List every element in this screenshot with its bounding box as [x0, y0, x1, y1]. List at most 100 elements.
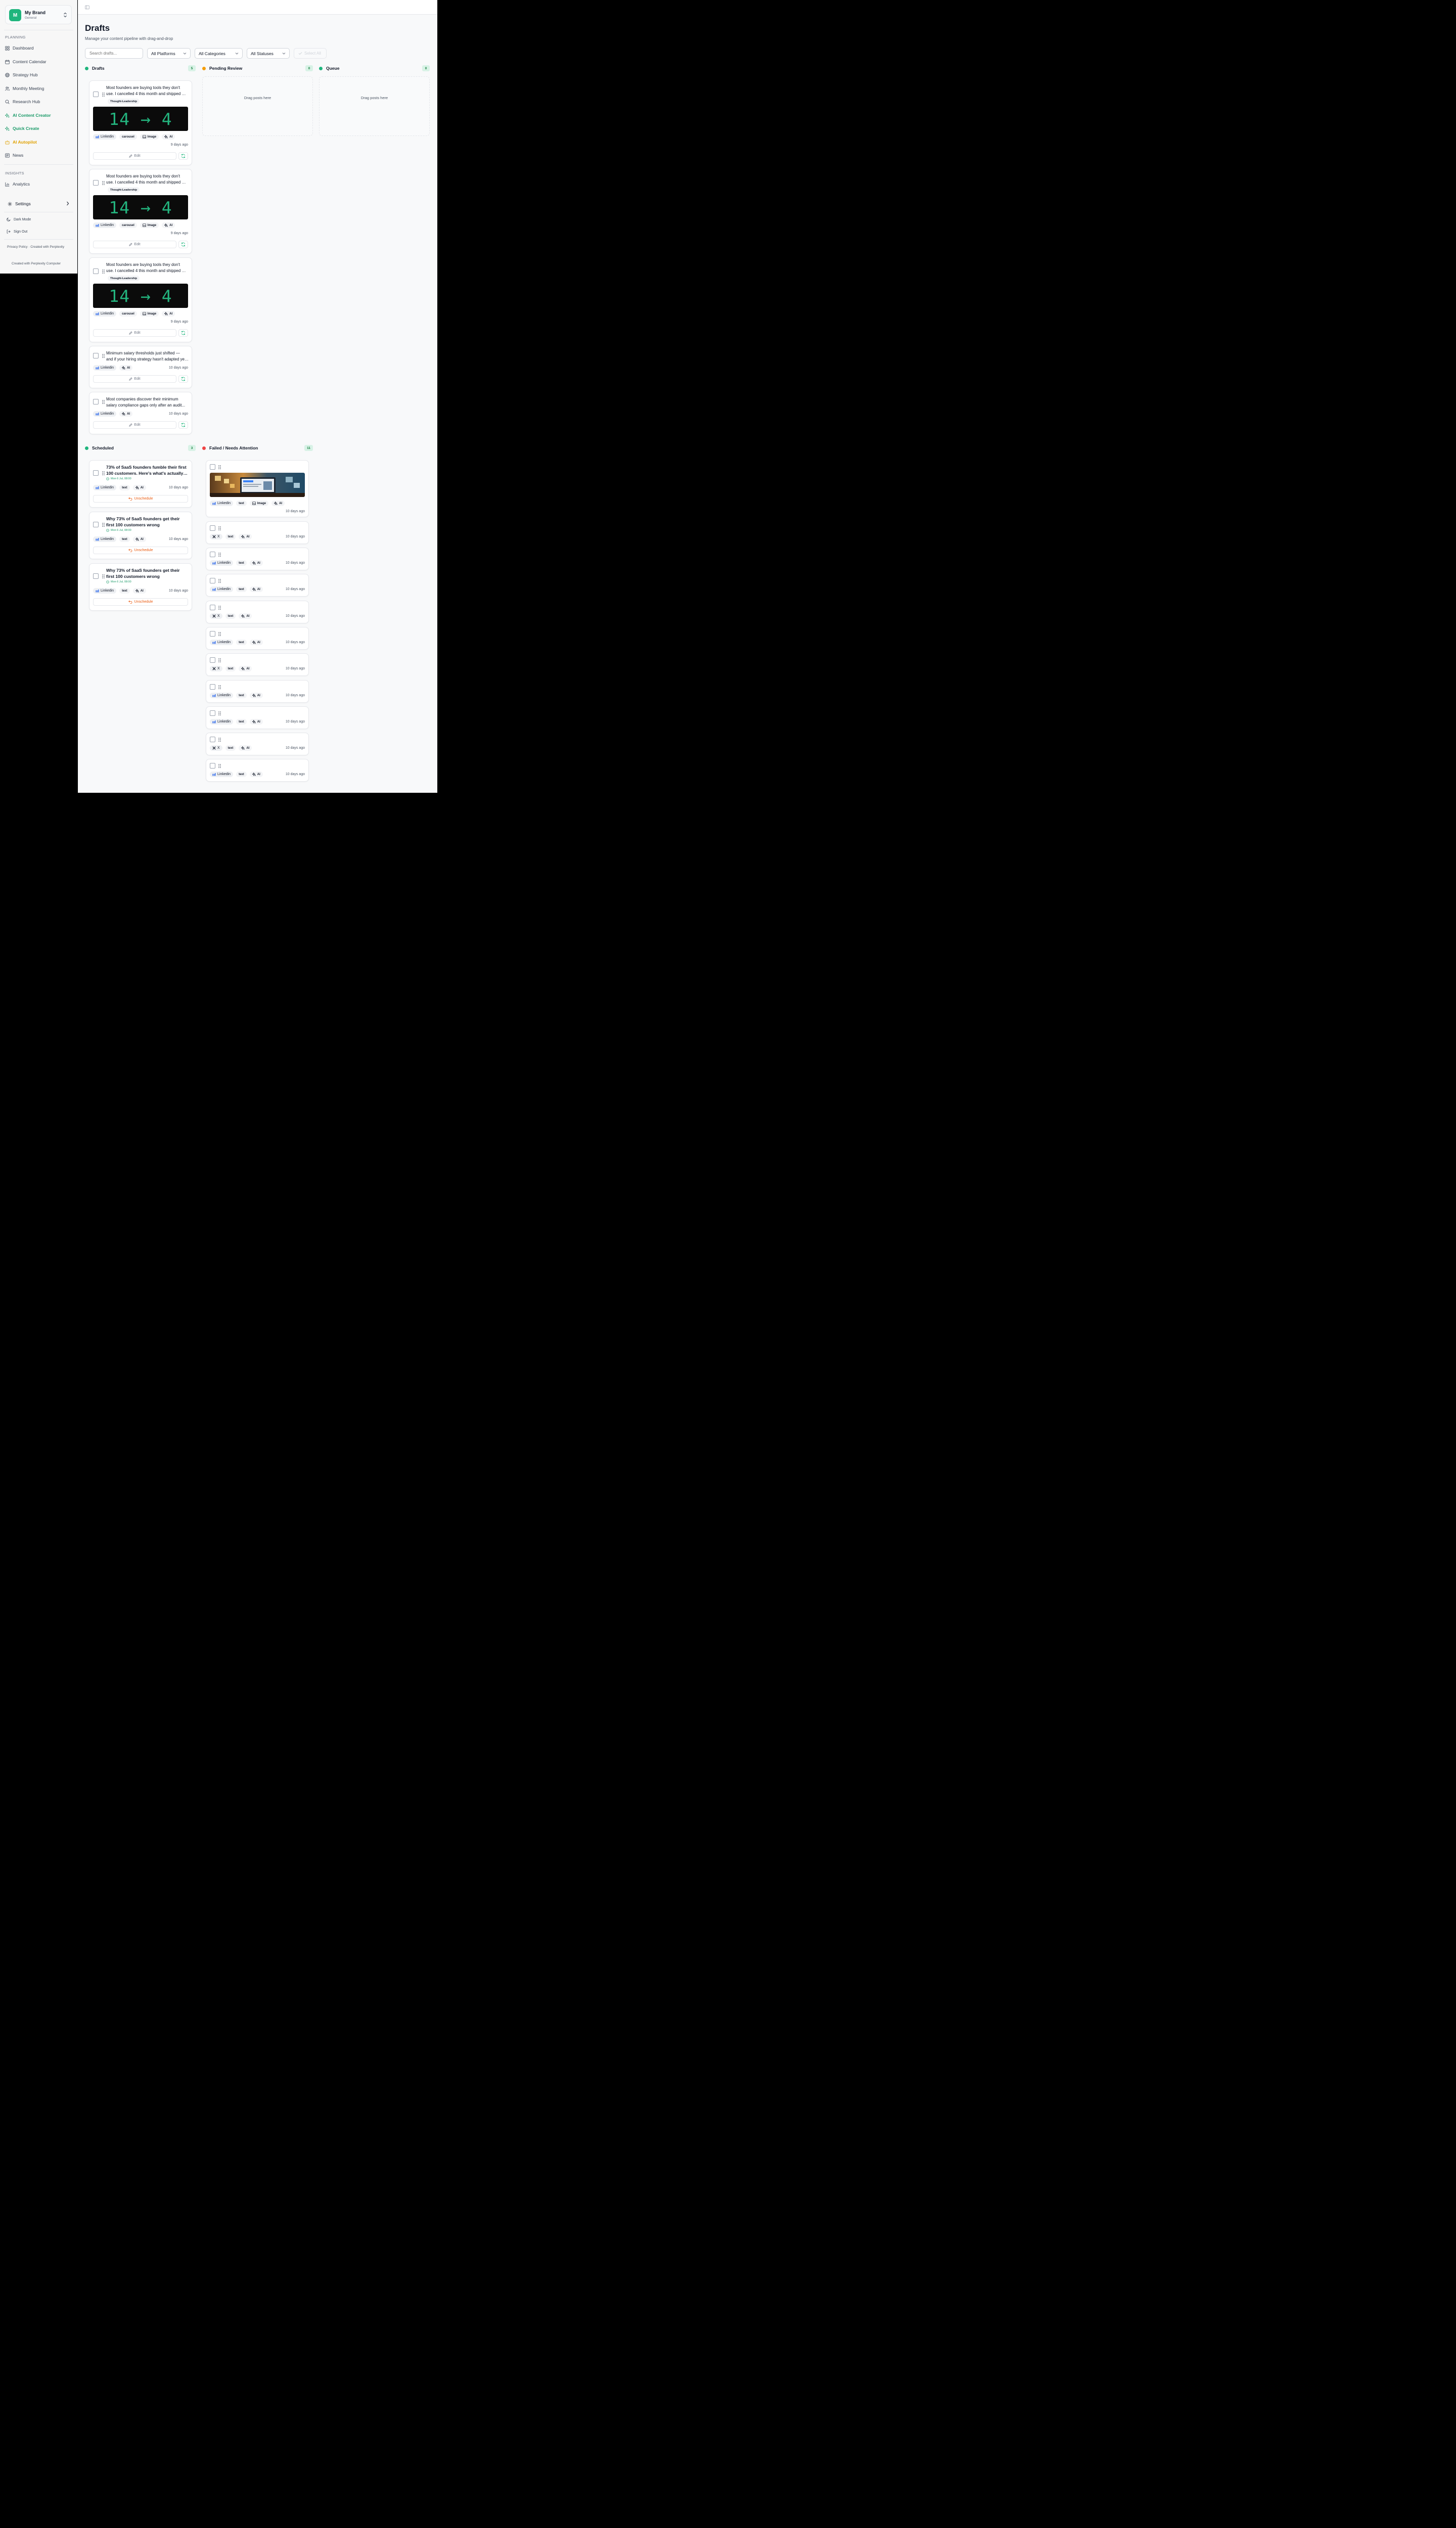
- failed-card[interactable]: Xtext AI 10 days ago: [206, 601, 309, 623]
- category-filter[interactable]: All Categories: [195, 48, 243, 59]
- footer-credit[interactable]: Created with Perplexity Computer: [12, 262, 61, 265]
- nav-strategy-hub[interactable]: Strategy Hub: [5, 71, 38, 78]
- failed-card[interactable]: Linkedin text AI 10 days ago: [206, 706, 309, 729]
- select-checkbox[interactable]: [93, 268, 99, 274]
- select-checkbox[interactable]: [93, 470, 99, 476]
- drag-handle-icon[interactable]: [218, 632, 221, 636]
- edit-button[interactable]: Edit: [93, 421, 176, 429]
- sparkles-icon: [274, 502, 278, 505]
- select-checkbox[interactable]: [210, 710, 215, 716]
- search-input[interactable]: [85, 48, 143, 59]
- edit-button[interactable]: Edit: [93, 152, 176, 160]
- pending-review-dropzone[interactable]: Drag posts here: [202, 76, 313, 136]
- nav-research-hub[interactable]: Research Hub: [5, 98, 40, 105]
- failed-card[interactable]: Linkedin text AI 10 days ago: [206, 759, 309, 782]
- drag-handle-icon[interactable]: [218, 606, 221, 610]
- select-checkbox[interactable]: [210, 763, 215, 769]
- select-checkbox[interactable]: [210, 657, 215, 663]
- nav-ai-autopilot[interactable]: AI Autopilot: [5, 139, 37, 146]
- select-checkbox[interactable]: [93, 573, 99, 579]
- draft-card[interactable]: Most founders are buying tools they don'…: [89, 257, 192, 342]
- drag-handle-icon[interactable]: [218, 553, 221, 557]
- drag-handle-icon[interactable]: [102, 181, 105, 185]
- select-checkbox[interactable]: [93, 522, 99, 527]
- scheduled-card[interactable]: Why 73% of SaaS founders get their first …: [89, 512, 192, 559]
- failed-card[interactable]: Linkedin text AI 10 days ago: [206, 548, 309, 570]
- brand-switcher[interactable]: M My Brand General: [5, 5, 72, 24]
- nav-news[interactable]: News: [5, 152, 23, 159]
- sidebar-toggle-icon[interactable]: [85, 5, 89, 10]
- unschedule-button[interactable]: Unschedule: [93, 547, 188, 554]
- regenerate-button[interactable]: [178, 152, 188, 160]
- drag-handle-icon[interactable]: [102, 574, 105, 578]
- nav-dashboard[interactable]: Dashboard: [5, 44, 34, 52]
- select-all-button[interactable]: Select All: [294, 48, 327, 59]
- drag-handle-icon[interactable]: [218, 579, 221, 583]
- ai-badge: AI: [271, 501, 285, 506]
- dark-mode-toggle[interactable]: Dark Mode: [7, 216, 31, 222]
- drag-handle-icon[interactable]: [218, 465, 221, 469]
- drag-handle-icon[interactable]: [102, 269, 105, 274]
- footer-links[interactable]: Privacy Policy · Created with Perplexity: [7, 245, 64, 249]
- nav-monthly-meeting[interactable]: Monthly Meeting: [5, 85, 44, 92]
- select-checkbox[interactable]: [93, 92, 99, 97]
- drag-handle-icon[interactable]: [218, 685, 221, 689]
- regenerate-button[interactable]: [178, 421, 188, 429]
- status-filter[interactable]: All Statuses: [247, 48, 290, 59]
- drag-handle-icon[interactable]: [218, 738, 221, 742]
- select-checkbox[interactable]: [210, 525, 215, 531]
- queue-dropzone[interactable]: Drag posts here: [319, 76, 430, 136]
- select-checkbox[interactable]: [210, 631, 215, 637]
- select-checkbox[interactable]: [93, 180, 99, 186]
- nav-analytics[interactable]: Analytics: [5, 180, 30, 188]
- sign-out-button[interactable]: Sign Out: [7, 229, 27, 235]
- drag-handle-icon[interactable]: [218, 764, 221, 768]
- drag-handle-icon[interactable]: [102, 354, 105, 358]
- scheduled-card[interactable]: 73% of SaaS founders fumble their first 1…: [89, 460, 192, 508]
- drag-handle-icon[interactable]: [102, 471, 105, 475]
- failed-card[interactable]: Linkedin text Image AI 10 days ago: [206, 460, 309, 517]
- select-checkbox[interactable]: [210, 464, 215, 470]
- drag-handle-icon[interactable]: [218, 711, 221, 715]
- platform-filter[interactable]: All Platforms: [147, 48, 191, 59]
- edit-button[interactable]: Edit: [93, 375, 176, 383]
- x-logo-icon: [212, 535, 216, 538]
- edit-button[interactable]: Edit: [93, 329, 176, 337]
- select-checkbox[interactable]: [210, 737, 215, 742]
- select-checkbox[interactable]: [93, 399, 99, 404]
- nav-ai-content-creator[interactable]: AI Content Creator: [5, 112, 51, 119]
- sparkles-icon: [164, 312, 168, 315]
- settings-menu[interactable]: Settings: [8, 200, 69, 207]
- failed-card[interactable]: Xtext AI 10 days ago: [206, 733, 309, 755]
- failed-card[interactable]: Xtext AI 10 days ago: [206, 653, 309, 676]
- edit-button[interactable]: Edit: [93, 241, 176, 248]
- select-checkbox[interactable]: [210, 684, 215, 690]
- brand-avatar: M: [9, 9, 21, 21]
- nav-quick-create[interactable]: Quick Create: [5, 125, 39, 132]
- draft-card[interactable]: Most companies discover their minimum sal…: [89, 392, 192, 434]
- drag-handle-icon[interactable]: [102, 400, 105, 404]
- drag-handle-icon[interactable]: [218, 526, 221, 530]
- scheduled-card[interactable]: Why 73% of SaaS founders get their first …: [89, 563, 192, 611]
- select-checkbox[interactable]: [210, 552, 215, 557]
- unschedule-button[interactable]: Unschedule: [93, 495, 188, 503]
- unschedule-button[interactable]: Unschedule: [93, 598, 188, 606]
- drag-handle-icon[interactable]: [102, 93, 105, 97]
- failed-card[interactable]: Linkedin text AI 10 days ago: [206, 574, 309, 597]
- failed-card[interactable]: Xtext AI 10 days ago: [206, 521, 309, 544]
- chevron-right-icon: [67, 201, 69, 206]
- nav-content-calendar[interactable]: Content Calendar: [5, 58, 47, 65]
- regenerate-button[interactable]: [178, 375, 188, 383]
- failed-card[interactable]: Linkedin text AI 10 days ago: [206, 680, 309, 703]
- draft-card[interactable]: Minimum salary thresholds just shifted —…: [89, 346, 192, 388]
- regenerate-button[interactable]: [178, 241, 188, 248]
- select-checkbox[interactable]: [93, 353, 99, 358]
- drag-handle-icon[interactable]: [102, 523, 105, 527]
- regenerate-button[interactable]: [178, 329, 188, 337]
- draft-card[interactable]: Most founders are buying tools they don'…: [89, 80, 192, 165]
- failed-card[interactable]: Linkedin text AI 10 days ago: [206, 627, 309, 650]
- select-checkbox[interactable]: [210, 605, 215, 610]
- drag-handle-icon[interactable]: [218, 658, 221, 662]
- draft-card[interactable]: Most founders are buying tools they don'…: [89, 169, 192, 254]
- select-checkbox[interactable]: [210, 578, 215, 583]
